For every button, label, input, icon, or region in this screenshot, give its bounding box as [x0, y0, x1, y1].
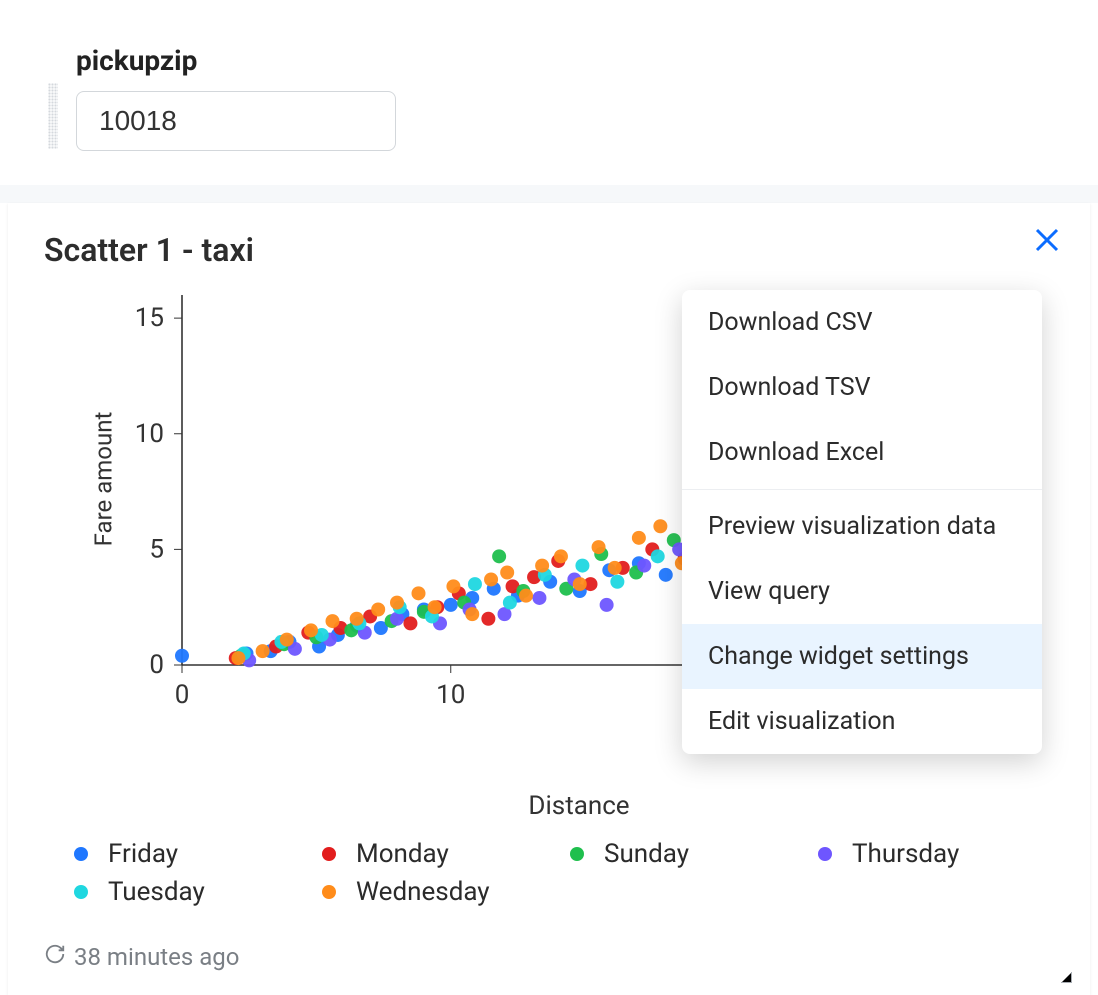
status-text: 38 minutes ago: [74, 943, 239, 971]
legend-label: Friday: [108, 839, 178, 869]
menu-item-view-query[interactable]: View query: [682, 559, 1042, 624]
filter-bar: pickupzip: [0, 0, 1098, 185]
legend-item-sunday[interactable]: Sunday: [570, 839, 806, 869]
status-row: 38 minutes ago: [44, 943, 1054, 971]
legend-label: Monday: [356, 839, 449, 869]
legend-label: Sunday: [604, 839, 689, 869]
legend-swatch-icon: [74, 847, 88, 861]
svg-text:5: 5: [149, 534, 164, 564]
widget-title: Scatter 1 - taxi: [44, 231, 1054, 269]
resize-handle-icon[interactable]: [1054, 965, 1072, 983]
legend: Friday Monday Sunday Thursday Tuesday Wednesd…: [74, 839, 1054, 907]
menu-divider: [682, 489, 1042, 490]
svg-text:10: 10: [135, 419, 164, 449]
filter-label: pickupzip: [76, 44, 396, 77]
svg-text:0: 0: [149, 650, 164, 680]
widget-menu[interactable]: Download CSVDownload TSVDownload Excel Pr…: [682, 290, 1042, 754]
svg-text:0: 0: [175, 680, 190, 710]
legend-label: Wednesday: [356, 877, 490, 907]
legend-item-tuesday[interactable]: Tuesday: [74, 877, 310, 907]
legend-item-wednesday[interactable]: Wednesday: [322, 877, 558, 907]
pickupzip-input[interactable]: [76, 91, 396, 151]
legend-item-monday[interactable]: Monday: [322, 839, 558, 869]
close-icon[interactable]: [1032, 225, 1062, 259]
legend-item-thursday[interactable]: Thursday: [818, 839, 1054, 869]
menu-item-edit-visualization[interactable]: Edit visualization: [682, 689, 1042, 754]
legend-swatch-icon: [322, 847, 336, 861]
legend-swatch-icon: [74, 885, 88, 899]
menu-item-download-excel[interactable]: Download Excel: [682, 420, 1042, 485]
refresh-icon[interactable]: [44, 943, 66, 971]
menu-item-download-tsv[interactable]: Download TSV: [682, 355, 1042, 420]
svg-text:15: 15: [135, 303, 164, 333]
x-axis-label: Distance: [104, 791, 1054, 821]
legend-label: Tuesday: [108, 877, 205, 907]
legend-item-friday[interactable]: Friday: [74, 839, 310, 869]
legend-swatch-icon: [818, 847, 832, 861]
legend-swatch-icon: [322, 885, 336, 899]
separator: [0, 185, 1098, 203]
legend-label: Thursday: [852, 839, 959, 869]
drag-handle-icon[interactable]: [48, 83, 58, 149]
svg-text:10: 10: [436, 680, 465, 710]
y-axis-label: Fare amount: [89, 412, 117, 547]
menu-item-change-widget-settings[interactable]: Change widget settings: [682, 624, 1042, 689]
menu-item-download-csv[interactable]: Download CSV: [682, 290, 1042, 355]
menu-item-preview-visualization-data[interactable]: Preview visualization data: [682, 494, 1042, 559]
legend-swatch-icon: [570, 847, 584, 861]
